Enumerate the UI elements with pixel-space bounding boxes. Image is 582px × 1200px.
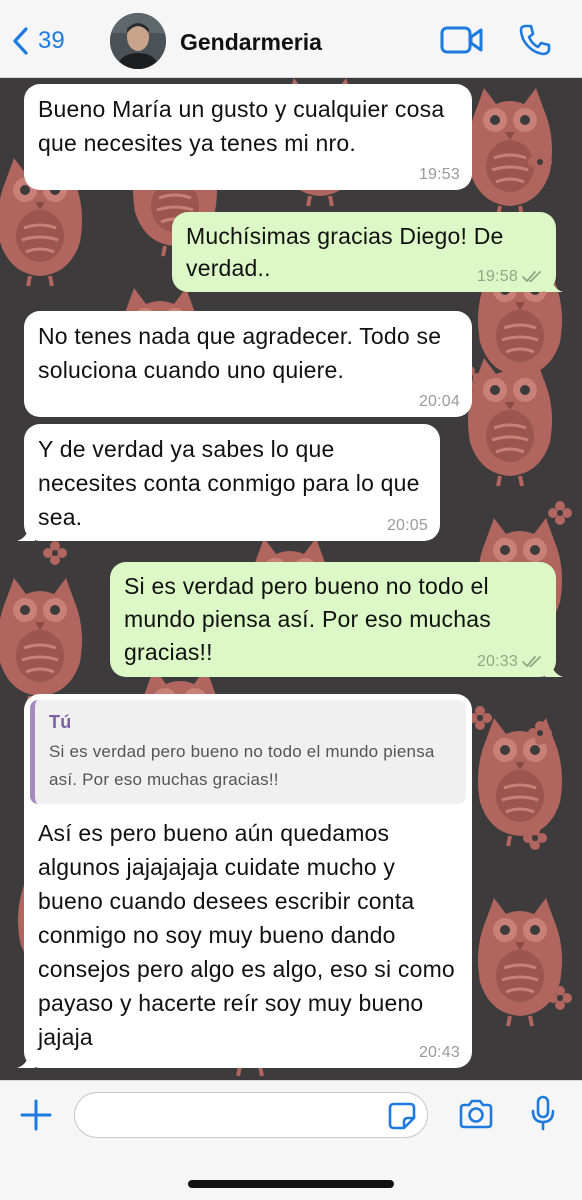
- chat-header: 39 Gendarmeria: [0, 0, 582, 78]
- message-meta: 20:05: [387, 517, 428, 535]
- message-meta: 19:53: [419, 166, 460, 184]
- message-text: Bueno María un gusto y cualquier cosa qu…: [38, 96, 445, 156]
- bubble-tail: [545, 659, 563, 677]
- message-meta: 19:58: [477, 268, 544, 286]
- incoming-message[interactable]: Y de verdad ya sabes lo que necesites co…: [17, 424, 440, 541]
- message-text: No tenes nada que agradecer. Todo se sol…: [38, 323, 442, 383]
- bubble-tail: [545, 274, 563, 292]
- message-text: Y de verdad ya sabes lo que necesites co…: [38, 436, 420, 530]
- camera-icon: [459, 1099, 493, 1129]
- plus-icon: [20, 1099, 52, 1131]
- camera-button[interactable]: [458, 1099, 494, 1134]
- phone-icon: [519, 24, 551, 56]
- quoted-reply[interactable]: Tú Si es verdad pero bueno no todo el mu…: [30, 700, 466, 804]
- message-input[interactable]: [74, 1092, 428, 1138]
- sticker-button[interactable]: [388, 1102, 416, 1135]
- outgoing-message[interactable]: Si es verdad pero bueno no todo el mundo…: [110, 562, 563, 677]
- message-list[interactable]: Bueno María un gusto y cualquier cosa qu…: [0, 78, 582, 1080]
- home-indicator: [188, 1180, 394, 1188]
- contact-name[interactable]: Gendarmeria: [180, 29, 322, 56]
- voice-message-button[interactable]: [530, 1095, 556, 1136]
- unread-count: 39: [38, 27, 65, 54]
- bubble-tail: [17, 523, 35, 541]
- avatar-photo: [110, 13, 166, 69]
- message-time: 19:53: [418, 166, 460, 183]
- message-meta: 20:33: [477, 653, 544, 671]
- message-time: 20:33: [476, 653, 518, 670]
- sticker-icon: [388, 1102, 416, 1130]
- message-time: 20:04: [418, 393, 460, 410]
- outgoing-message[interactable]: Muchísimas gracias Diego! De verdad.. 19…: [172, 212, 563, 292]
- chevron-left-icon: [13, 27, 28, 55]
- double-check-icon: [522, 271, 541, 282]
- quote-author: Tú: [49, 712, 72, 732]
- quote-text: Si es verdad pero bueno no todo el mundo…: [49, 742, 435, 789]
- message-time: 20:43: [418, 1044, 460, 1061]
- video-camera-icon: [440, 26, 483, 54]
- double-check-icon: [522, 656, 541, 667]
- message-meta: 20:43: [419, 1044, 460, 1062]
- voice-call-button[interactable]: [518, 23, 552, 62]
- bubble-tail: [17, 1050, 35, 1068]
- incoming-message[interactable]: Tú Si es verdad pero bueno no todo el mu…: [17, 694, 472, 1068]
- video-call-button[interactable]: [440, 25, 484, 60]
- message-time: 20:05: [386, 517, 428, 534]
- attach-button[interactable]: [20, 1099, 52, 1136]
- message-text: Así es pero bueno aún quedamos algunos j…: [38, 820, 455, 1050]
- message-meta: 20:04: [419, 393, 460, 411]
- back-button[interactable]: 39: [10, 26, 65, 56]
- incoming-message[interactable]: Bueno María un gusto y cualquier cosa qu…: [24, 84, 472, 190]
- message-time: 19:58: [476, 268, 518, 285]
- contact-avatar[interactable]: [110, 13, 166, 69]
- microphone-icon: [531, 1095, 555, 1131]
- incoming-message[interactable]: No tenes nada que agradecer. Todo se sol…: [24, 311, 472, 417]
